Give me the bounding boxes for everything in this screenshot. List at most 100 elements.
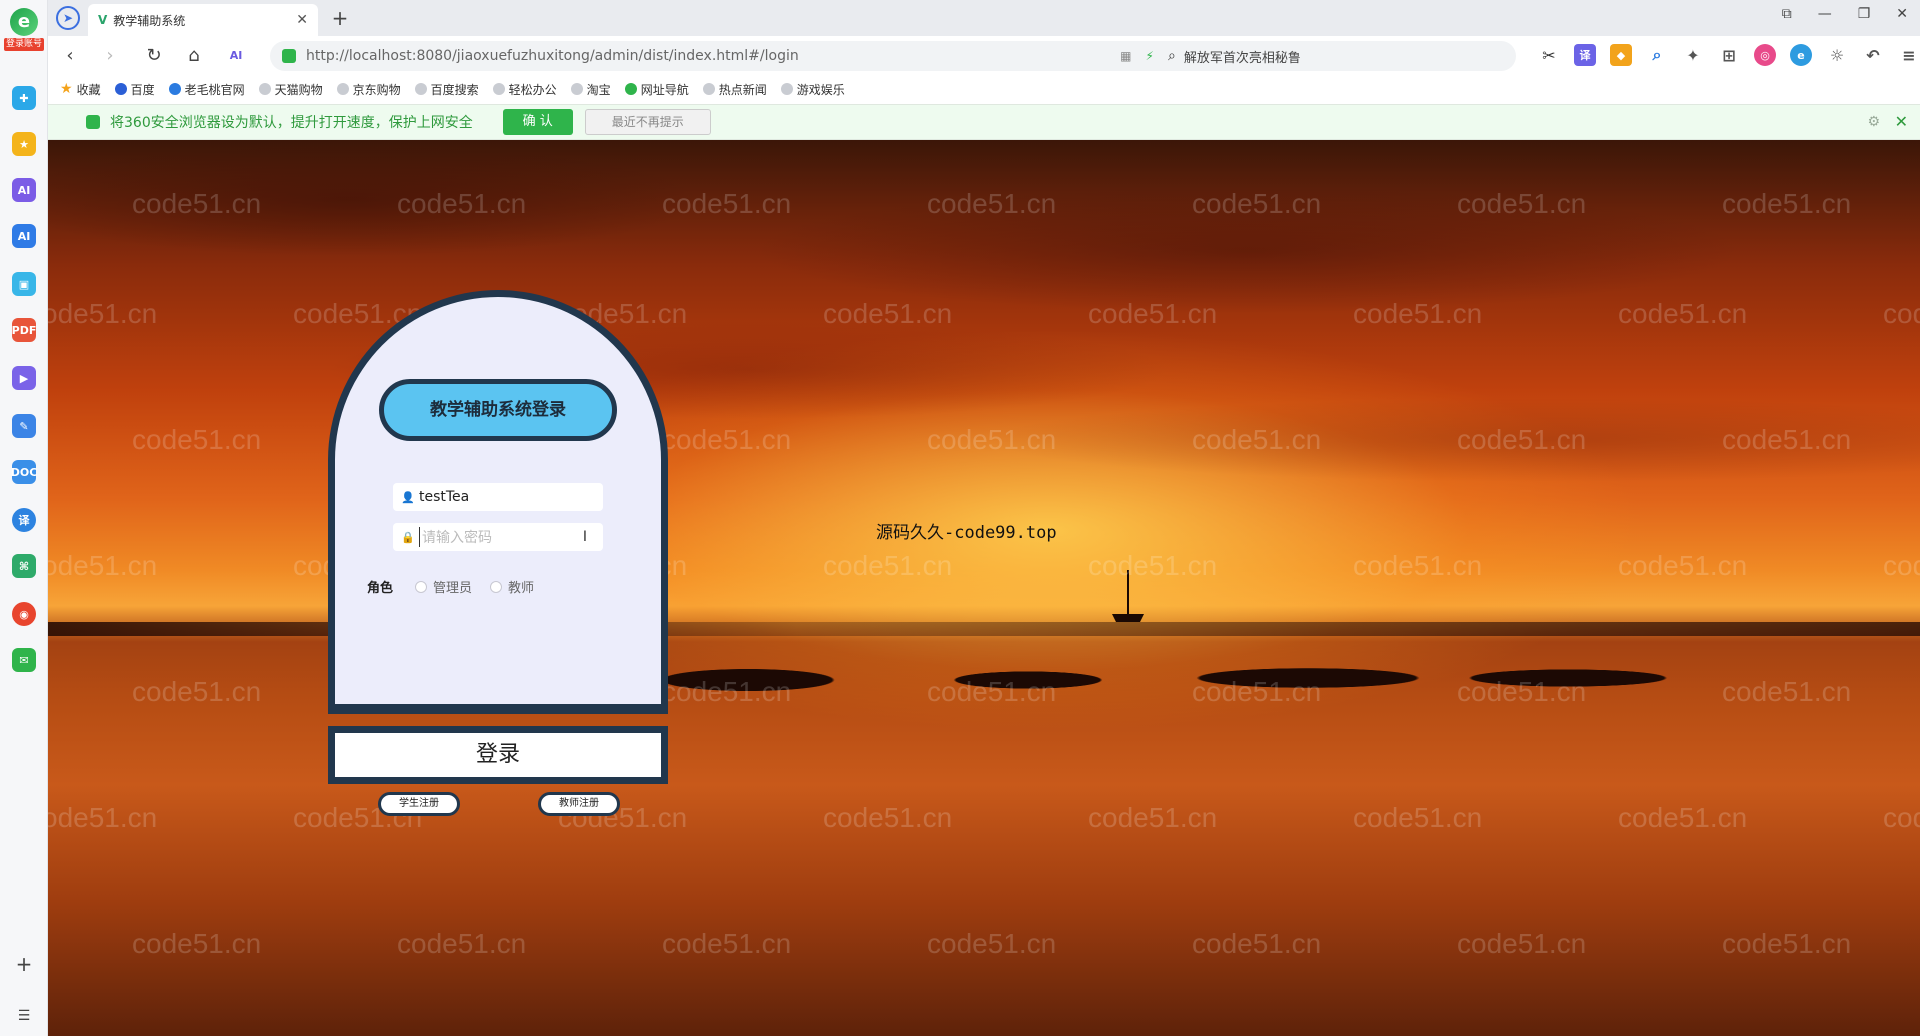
restore-icon[interactable]: ❐: [1858, 6, 1871, 22]
baidu-icon: [114, 83, 127, 95]
sidebar-image-icon[interactable]: ▣: [12, 272, 36, 296]
bookmark-news[interactable]: 热点新闻: [702, 81, 767, 98]
bookmarks-bar: ★ 收藏 百度 老毛桃官网 天猫购物 京东购物 百度搜索 轻松办公 淘宝 网址导航…: [48, 76, 1920, 102]
sidebar-menu-icon[interactable]: ☰: [12, 1004, 36, 1028]
watermark-text: code51.cn: [1353, 802, 1483, 833]
minimize-icon[interactable]: —: [1818, 6, 1832, 22]
forward-icon[interactable]: ›: [98, 44, 122, 68]
infobar-confirm-button[interactable]: 确 认: [502, 109, 573, 135]
role-teacher-radio[interactable]: 教师: [490, 577, 534, 596]
refresh-browser-icon[interactable]: e: [1790, 44, 1812, 66]
sidebar-ai-circle-icon[interactable]: AI: [12, 178, 36, 202]
apps-grid-icon[interactable]: ⊞: [1718, 44, 1740, 66]
infobar-close-icon[interactable]: ✕: [1895, 112, 1908, 131]
watermark-text: code51.cn: [823, 802, 953, 833]
watermark-text: code51.cn: [1722, 928, 1852, 959]
password-field[interactable]: 🔒 请输入密码 I: [393, 523, 603, 551]
role-selector: 角色 管理员 教师: [367, 577, 552, 596]
scissors-icon[interactable]: ✂: [1538, 44, 1560, 66]
laomaotao-icon: [168, 83, 181, 95]
extensions-icon[interactable]: ✦: [1682, 44, 1704, 66]
bookmark-office[interactable]: 轻松办公: [492, 81, 557, 98]
search-box[interactable]: ⌕ 解放军首次亮相秘鲁: [1156, 41, 1516, 71]
window-controls: ⧉ — ❐ ✕: [1782, 6, 1908, 22]
radio-circle[interactable]: [415, 580, 428, 593]
zoom-search-icon[interactable]: ⌕: [1646, 44, 1668, 66]
sidebar-translate-icon[interactable]: 译: [12, 508, 36, 532]
security-shield-icon: [282, 49, 296, 63]
login-card: 教学辅助系统登录 👤 testTea 🔒 请输入密码 I 角色 管理员 教师: [328, 290, 668, 714]
bookmark-favorites[interactable]: ★ 收藏: [60, 81, 101, 98]
username-field[interactable]: 👤 testTea: [393, 483, 603, 511]
role-label: 角色: [367, 581, 394, 596]
tab-close-icon[interactable]: ✕: [296, 12, 308, 28]
lock-icon: [86, 115, 100, 129]
bookmark-games[interactable]: 游戏娱乐: [780, 81, 845, 98]
tab-navigation-icon[interactable]: ➤: [56, 6, 80, 30]
sidebar-mail-icon[interactable]: ✉: [12, 648, 36, 672]
watermark-text: code51.cn: [1883, 802, 1920, 833]
browser-logo[interactable]: e 登录账号: [4, 8, 44, 56]
browser-sidebar: e 登录账号 ✚ ★ AI AI ▣ PDF ▶ ✎ DOC 译 ⌘ ◉ ✉ +…: [0, 0, 48, 1036]
bookmark-taobao[interactable]: 淘宝: [570, 81, 611, 98]
watermark-text: code51.cn: [48, 802, 158, 833]
brightness-icon[interactable]: ☼: [1826, 44, 1848, 66]
translate-toolbar-icon[interactable]: 译: [1574, 44, 1596, 66]
speed-mode-icon[interactable]: ⚡: [1146, 49, 1154, 63]
address-url[interactable]: http://localhost:8080/jiaoxuefuzhuxitong…: [306, 48, 799, 64]
sidebar-doc-icon[interactable]: DOC: [11, 460, 37, 484]
bookmark-baidu[interactable]: 百度: [114, 81, 155, 98]
radio-circle[interactable]: [490, 580, 503, 593]
qr-code-icon[interactable]: ▦: [1120, 49, 1131, 63]
infobar-dismiss-button[interactable]: 最近不再提示: [584, 109, 711, 135]
watermark-text: code51.cn: [397, 928, 527, 959]
teacher-register-button[interactable]: 教师注册: [538, 792, 620, 816]
watermark-text: code51.cn: [132, 928, 262, 959]
sidebar-add-icon[interactable]: +: [12, 952, 36, 976]
navigation-bar: ‹ › ↻ ⌂ AI http://localhost:8080/jiaoxue…: [48, 36, 1920, 76]
sidebar-video-icon[interactable]: ▶: [12, 366, 36, 390]
password-placeholder[interactable]: 请输入密码: [419, 527, 492, 547]
shield-toolbar-icon[interactable]: ◆: [1610, 44, 1632, 66]
student-register-button[interactable]: 学生注册: [378, 792, 460, 816]
star-icon: ★: [60, 81, 73, 97]
pin-window-icon[interactable]: ⧉: [1782, 6, 1792, 22]
sidebar-favorites-icon[interactable]: ★: [12, 132, 36, 156]
watermark-text: code51.cn: [1088, 802, 1218, 833]
bookmark-tmall[interactable]: 天猫购物: [258, 81, 323, 98]
browser-menu-icon[interactable]: ≡: [1898, 44, 1920, 66]
close-window-icon[interactable]: ✕: [1896, 6, 1908, 22]
role-admin-radio[interactable]: 管理员: [415, 577, 472, 596]
address-bar[interactable]: http://localhost:8080/jiaoxuefuzhuxitong…: [270, 41, 1190, 71]
ai-assistant-icon[interactable]: AI: [224, 44, 248, 68]
sidebar-ai-icon[interactable]: AI: [12, 224, 36, 248]
active-tab[interactable]: V 教学辅助系统 ✕: [88, 4, 318, 36]
tab-title: 教学辅助系统: [113, 13, 186, 28]
bookmark-baidu-search[interactable]: 百度搜索: [414, 81, 479, 98]
search-text[interactable]: 解放军首次亮相秘鲁: [1184, 47, 1301, 66]
sidebar-add-app-icon[interactable]: ✚: [12, 86, 36, 110]
sidebar-mindmap-icon[interactable]: ⌘: [12, 554, 36, 578]
undo-icon[interactable]: ↶: [1862, 44, 1884, 66]
browser-assistant-icon[interactable]: ◎: [1754, 44, 1776, 66]
login-submit-button[interactable]: 登录: [328, 726, 668, 784]
vue-favicon-icon: V: [98, 13, 108, 27]
sidebar-pdf-icon[interactable]: PDF: [12, 318, 36, 342]
watermark-text: code51.cn: [1192, 928, 1322, 959]
back-icon[interactable]: ‹: [58, 44, 82, 68]
login-account-badge[interactable]: 登录账号: [4, 38, 44, 51]
watermark-text: code51.cn: [1457, 928, 1587, 959]
bookmark-nav[interactable]: 网址导航: [624, 81, 689, 98]
sidebar-weibo-icon[interactable]: ◉: [12, 602, 36, 626]
username-value[interactable]: testTea: [419, 489, 469, 505]
reload-icon[interactable]: ↻: [142, 44, 166, 68]
infobar-settings-icon[interactable]: ⚙: [1867, 114, 1880, 130]
new-tab-icon[interactable]: +: [328, 6, 352, 30]
login-title: 教学辅助系统登录: [379, 379, 617, 441]
bookmark-jd[interactable]: 京东购物: [336, 81, 401, 98]
bookmark-laomaotao[interactable]: 老毛桃官网: [168, 81, 245, 98]
infobar-message: 将360安全浏览器设为默认，提升打开速度，保护上网安全: [110, 115, 473, 131]
home-icon[interactable]: ⌂: [182, 44, 206, 68]
browser-e-icon: e: [10, 8, 38, 36]
sidebar-notes-icon[interactable]: ✎: [12, 414, 36, 438]
